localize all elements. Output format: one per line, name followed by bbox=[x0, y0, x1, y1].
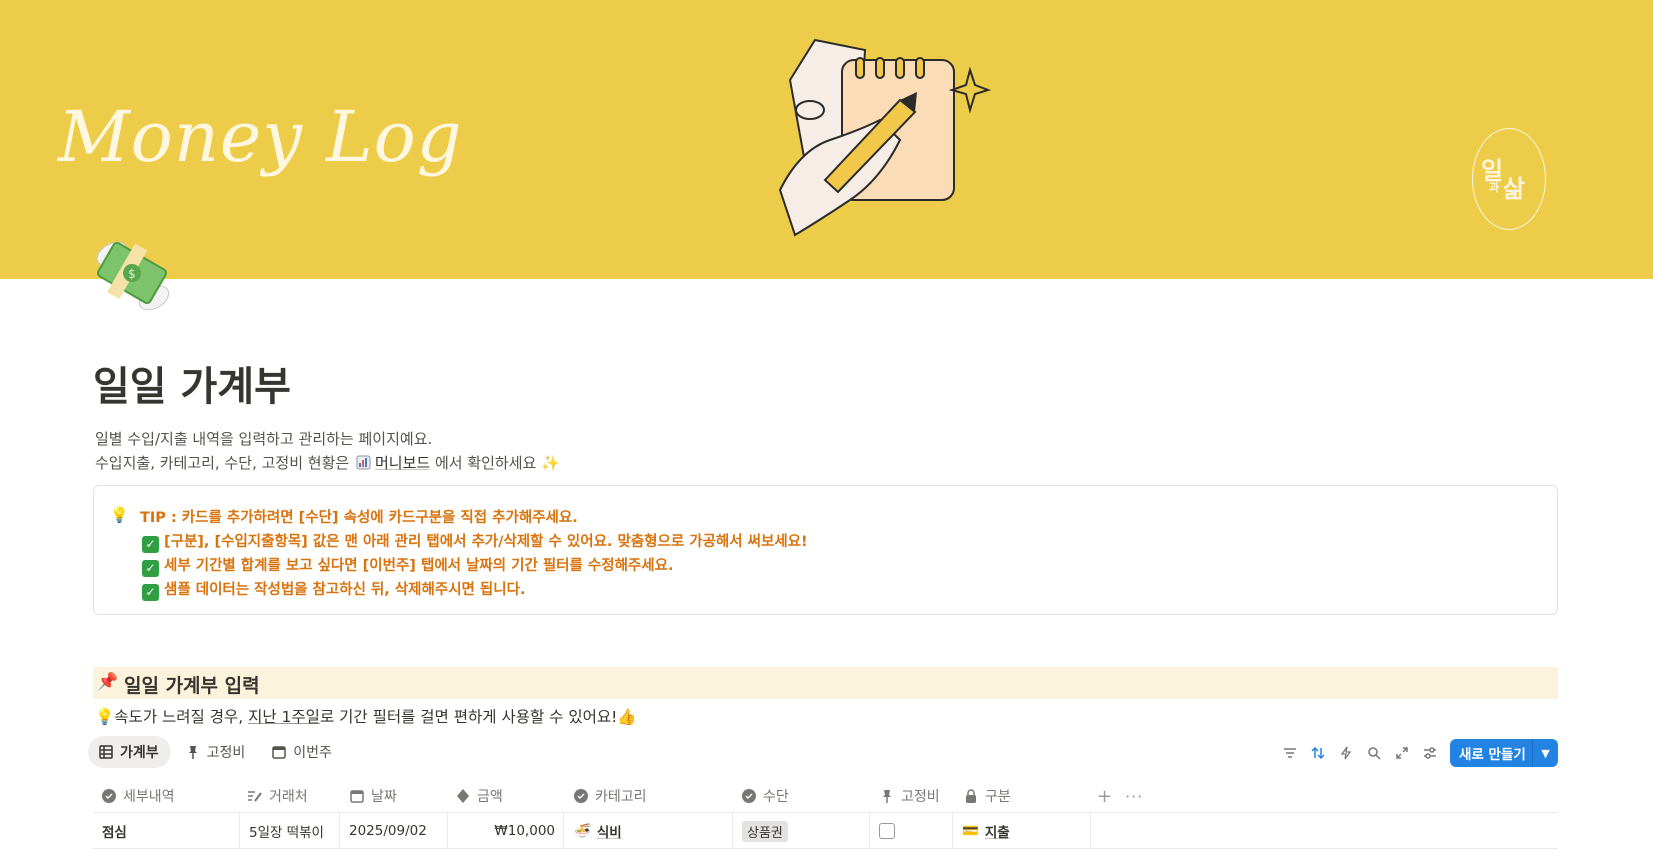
view-tabs: 가계부 고정비 이번주 bbox=[88, 736, 348, 768]
calendar-icon bbox=[350, 790, 364, 803]
column-header-detail[interactable]: 세부내역 bbox=[101, 779, 175, 813]
status-icon bbox=[574, 789, 588, 803]
column-header-amount[interactable]: 금액 bbox=[455, 779, 503, 813]
food-bowl-icon: 🍜 bbox=[574, 823, 591, 839]
cell-vendor[interactable]: 5일장 떡볶이 bbox=[240, 813, 340, 849]
new-button[interactable]: 새로 만들기 ▼ bbox=[1450, 739, 1558, 767]
callout-item: ✓ [구분], [수입지출항목] 값은 맨 아래 관리 탭에서 추가/삭제할 수 … bbox=[142, 530, 808, 553]
column-header-vendor[interactable]: 거래처 bbox=[247, 779, 308, 813]
column-header-date[interactable]: 날짜 bbox=[349, 779, 397, 813]
section-hint: 💡속도가 느려질 경우, 지난 1주일로 기간 필터를 걸면 편하게 사용할 수… bbox=[95, 708, 637, 726]
text-edit-icon bbox=[248, 791, 262, 802]
cell-category[interactable]: 🍜 식비 bbox=[564, 813, 733, 849]
cover-banner: Money Log 일 과 삶 bbox=[0, 0, 1653, 279]
table-icon bbox=[99, 745, 113, 759]
credit-card-icon: 💳 bbox=[962, 823, 979, 839]
tip-callout: 💡 TIP : 카드를 추가하려면 [수단] 속성에 카드구분을 직접 추가해주… bbox=[93, 485, 1558, 615]
sort-icon[interactable] bbox=[1304, 739, 1332, 767]
cell-method[interactable]: 상품권 bbox=[733, 813, 870, 849]
cell-date[interactable]: 2025/09/02 bbox=[340, 813, 448, 849]
pin-icon bbox=[883, 790, 891, 803]
pushpin-icon: 📌 bbox=[97, 672, 119, 692]
date-filter-link[interactable]: 지난 1주일 bbox=[248, 708, 320, 726]
page-title: 일일 가계부 bbox=[93, 364, 291, 410]
chart-icon bbox=[356, 455, 371, 470]
cell-amount[interactable]: ₩10,000 bbox=[448, 813, 564, 849]
callout-tip: TIP : 카드를 추가하려면 [수단] 속성에 카드구분을 직접 추가해주세요… bbox=[140, 510, 578, 526]
settings-sliders-icon[interactable] bbox=[1416, 739, 1444, 767]
cell-type[interactable]: 💳 지출 bbox=[953, 813, 1091, 849]
table-row[interactable]: 점심 5일장 떡볶이 2025/09/02 ₩10,000 🍜 식비 상품권 💳 지… bbox=[93, 813, 1558, 849]
page-description-dashboard: 수입지출, 카테고리, 수단, 고정비 현황은 머니보드 에서 확인하세요 ✨ bbox=[95, 454, 560, 472]
pin-icon bbox=[188, 746, 197, 759]
money-with-wings-icon[interactable]: $ bbox=[92, 236, 174, 312]
brand-logo: 일 과 삶 bbox=[1472, 128, 1546, 230]
lock-icon bbox=[966, 789, 976, 803]
add-column-icon[interactable]: + bbox=[1097, 779, 1112, 813]
lightning-icon[interactable] bbox=[1332, 739, 1360, 767]
column-header-fixed[interactable]: 고정비 bbox=[879, 779, 940, 813]
filter-icon[interactable] bbox=[1276, 739, 1304, 767]
cell-detail[interactable]: 점심 bbox=[93, 813, 240, 849]
status-icon bbox=[102, 789, 116, 803]
section-heading: 📌 일일 가계부 입력 bbox=[93, 667, 1558, 699]
dashboard-link[interactable]: 머니보드 bbox=[375, 454, 430, 472]
cell-fixed[interactable] bbox=[870, 813, 953, 849]
tab-fixed-cost[interactable]: 고정비 bbox=[175, 736, 258, 768]
svg-text:$: $ bbox=[128, 267, 136, 281]
expand-icon[interactable] bbox=[1388, 739, 1416, 767]
cover-title: Money Log bbox=[58, 96, 463, 178]
column-header-category[interactable]: 카테고리 bbox=[573, 779, 647, 813]
more-options-icon[interactable]: ··· bbox=[1125, 779, 1143, 813]
formula-icon bbox=[457, 789, 469, 803]
method-tag: 상품권 bbox=[742, 820, 788, 842]
writing-hand-illustration bbox=[778, 38, 992, 237]
column-header-method[interactable]: 수단 bbox=[741, 779, 789, 813]
table-header: 세부내역 거래처 날짜 금액 카테고리 수단 고정비 구분 + ··· bbox=[93, 779, 1558, 813]
tab-this-week[interactable]: 이번주 bbox=[261, 736, 344, 768]
page-description: 일별 수입/지출 내역을 입력하고 관리하는 페이지예요. bbox=[95, 430, 433, 448]
fixed-cost-checkbox[interactable] bbox=[879, 823, 895, 839]
check-icon: ✓ bbox=[142, 584, 159, 601]
search-icon[interactable] bbox=[1360, 739, 1388, 767]
chevron-down-icon[interactable]: ▼ bbox=[1533, 747, 1558, 760]
tab-ledger[interactable]: 가계부 bbox=[88, 736, 171, 768]
lightbulb-icon: 💡 bbox=[110, 506, 129, 524]
check-icon: ✓ bbox=[142, 536, 159, 553]
status-icon bbox=[742, 789, 756, 803]
callout-item: ✓ 샘플 데이터는 작성법을 참고하신 뒤, 삭제해주시면 됩니다. bbox=[142, 578, 525, 601]
check-icon: ✓ bbox=[142, 560, 159, 577]
view-toolbar bbox=[1276, 739, 1444, 767]
column-header-type[interactable]: 구분 bbox=[963, 779, 1011, 813]
calendar-icon bbox=[272, 746, 287, 759]
callout-item: ✓ 세부 기간별 합계를 보고 싶다면 [이번주] 탭에서 날짜의 기간 필터를 … bbox=[142, 554, 673, 577]
